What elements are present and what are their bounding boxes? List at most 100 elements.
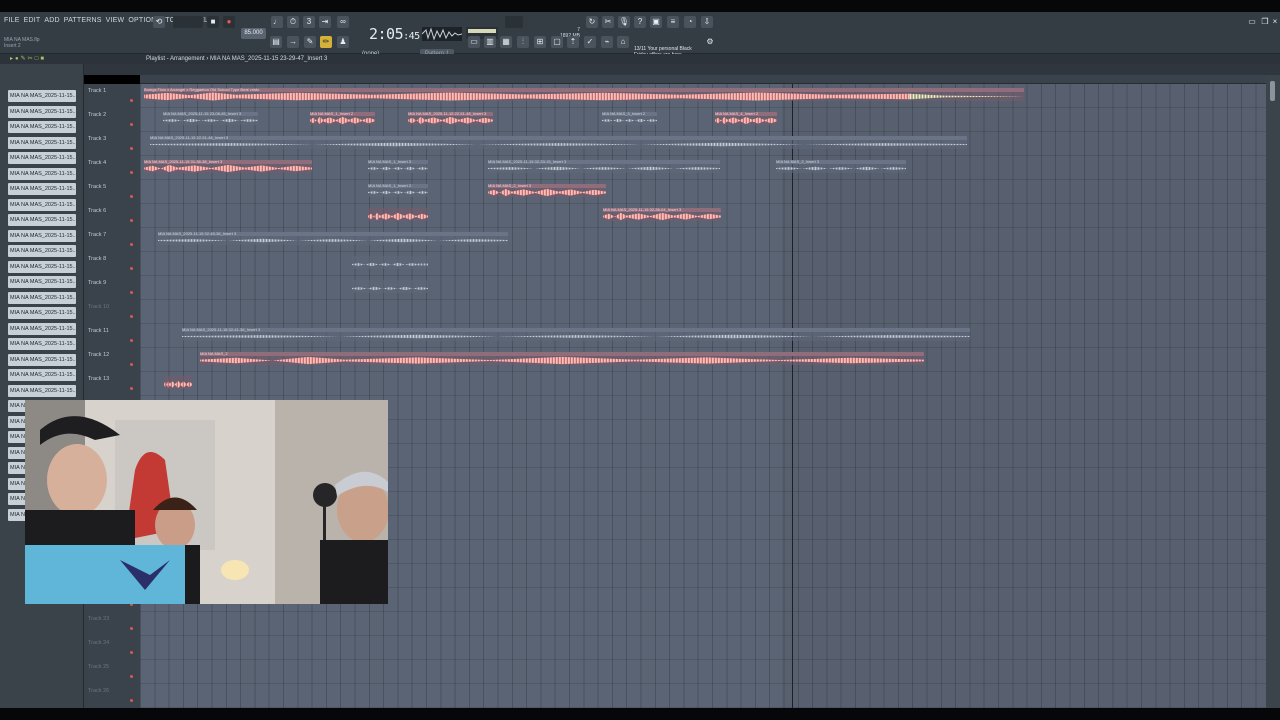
browser-item[interactable]: MIA NA MAS_2025-11-15... — [8, 214, 76, 226]
audio-clip[interactable]: Bomgs Flow x Arrangel x Reggaeton Old Sc… — [144, 88, 1024, 101]
audio-clip[interactable]: MIA NA MAS_1_Insert 2 — [368, 184, 428, 197]
playlist-icon[interactable]: ▭ — [468, 36, 480, 48]
track-mute-led[interactable] — [130, 123, 133, 126]
track-mute-led[interactable] — [130, 195, 133, 198]
vertical-scrollbar[interactable] — [1266, 75, 1280, 708]
audio-clip[interactable]: MIA NA MAS_1_Insert 2 — [310, 112, 375, 125]
browser-item[interactable]: MIA NA MAS_2025-11-15... — [8, 260, 76, 273]
audio-clip[interactable] — [418, 256, 428, 269]
track-mute-led[interactable] — [130, 315, 133, 318]
pencil-icon[interactable]: ✎ — [304, 36, 316, 48]
refresh-icon[interactable]: ↻ — [586, 16, 598, 28]
audio-clip[interactable]: MIA NA MAS_2025-11-15 01-36-38_Insert 3 — [144, 160, 312, 173]
audio-clip[interactable]: MIA NA MAS_1_Insert 3 — [368, 160, 428, 173]
audio-clip[interactable] — [352, 280, 428, 293]
menu-file[interactable]: FILE — [4, 17, 20, 24]
audio-clip[interactable]: MIA NA MAS_2 — [200, 352, 924, 365]
track-mute-led[interactable] — [130, 267, 133, 270]
audio-clip[interactable]: MIA NA MAS_2025-11-15 02-33-15_Insert 3 — [488, 160, 720, 173]
track-mute-led[interactable] — [130, 99, 133, 102]
browser-item[interactable]: MIA NA MAS_2025-11-15... — [8, 353, 76, 366]
track-label[interactable]: Track 24 — [88, 640, 136, 646]
audio-clip[interactable]: MIA NA MAS_2025-11-15 22-51-48_Insert 3 — [408, 112, 493, 125]
browser-icon[interactable]: ⊞ — [534, 36, 546, 48]
browser-item[interactable]: MIA NA MAS_2025-11-15... — [8, 291, 76, 304]
piano-roll-icon[interactable]: ▥ — [484, 36, 496, 48]
browser-item[interactable]: MIA NA MAS_2025-11-15... — [8, 167, 76, 180]
mic-icon[interactable]: 🎙 — [618, 16, 630, 28]
browser-item[interactable]: MIA NA MAS_2025-11-15... — [8, 384, 76, 397]
cut-icon[interactable]: ✂ — [602, 16, 614, 28]
browser-item[interactable]: MIA NA MAS_2025-11-15... — [8, 338, 76, 350]
menu-patterns[interactable]: PATTERNS — [64, 17, 102, 24]
browser-item[interactable]: MIA NA MAS_2025-11-15... — [8, 198, 76, 211]
pattern-song-toggle[interactable] — [173, 16, 203, 28]
track-label[interactable]: Track 9 — [88, 280, 136, 286]
track-label[interactable]: Track 23 — [88, 616, 136, 622]
plugin-icon[interactable]: ▢ — [551, 36, 563, 48]
help-icon[interactable]: ? — [634, 16, 646, 28]
track-mute-led[interactable] — [130, 171, 133, 174]
save-icon[interactable]: ▣ — [650, 16, 662, 28]
track-mute-led[interactable] — [130, 339, 133, 342]
track-mute-led[interactable] — [130, 699, 133, 702]
browser-item[interactable]: MIA NA MAS_2025-11-15... — [8, 105, 76, 118]
record-icon[interactable]: ● — [223, 16, 235, 28]
mixer-icon[interactable]: ≡ — [667, 16, 679, 28]
track-mute-led[interactable] — [130, 243, 133, 246]
track-mute-led[interactable] — [130, 675, 133, 678]
audio-clip[interactable]: MIA NA MAS_2_Insert 3 — [776, 160, 906, 173]
playlist-tools[interactable]: ▸●✎✂□■ — [10, 55, 46, 62]
track-label[interactable]: Track 4 — [88, 160, 136, 166]
audio-clip[interactable] — [164, 376, 192, 389]
browser-item[interactable]: MIA NA MAS_2025-11-15... — [8, 245, 76, 257]
track-mute-led[interactable] — [130, 147, 133, 150]
track-label[interactable]: Track 26 — [88, 688, 136, 694]
menu-add[interactable]: ADD — [44, 17, 59, 24]
track-label[interactable]: Track 2 — [88, 112, 136, 118]
browser-item[interactable]: MIA NA MAS_2025-11-15... — [8, 183, 76, 195]
track-mute-led[interactable] — [130, 627, 133, 630]
track-label[interactable]: Track 3 — [88, 136, 136, 142]
close-icon[interactable]: × — [1270, 16, 1280, 28]
arrow-right-icon[interactable]: → — [287, 36, 299, 48]
track-label[interactable]: Track 10 — [88, 304, 136, 310]
audio-clip[interactable]: MIA NA MAS_2_Insert 3 — [488, 184, 606, 197]
download-icon[interactable]: ⇩ — [701, 16, 713, 28]
audio-clip[interactable]: MIA NA MAS_2025-11-15 23-08-45_Insert 3 — [163, 112, 258, 125]
track-mute-led[interactable] — [130, 219, 133, 222]
track-label[interactable]: Track 7 — [88, 232, 136, 238]
audio-clip[interactable] — [368, 208, 428, 221]
track-label[interactable]: Track 25 — [88, 664, 136, 670]
browser-item[interactable]: MIA NA MAS_2025-11-15... — [8, 369, 76, 381]
home-icon[interactable]: ⌂ — [617, 36, 629, 48]
step-edit-icon[interactable]: ⇥ — [319, 16, 331, 28]
audio-clip[interactable]: MIA NA MAS_2025-11-15 02-41-36_Insert 3 — [182, 328, 970, 341]
browser-item[interactable]: MIA NA MAS_2025-11-15... — [8, 136, 76, 149]
audio-clip[interactable] — [352, 256, 418, 269]
browser-item[interactable]: MIA NA MAS_2025-11-15... — [8, 229, 76, 242]
audio-clip[interactable]: MIA NA MAS_2025-11-15 02-36-04_Insert 3 — [603, 208, 721, 221]
track-label[interactable]: Track 5 — [88, 184, 136, 190]
mixer-view-icon[interactable]: ⫶ — [517, 36, 529, 48]
track-label[interactable]: Track 8 — [88, 256, 136, 262]
paint-icon[interactable]: ✏ — [320, 36, 332, 48]
loop-record-icon[interactable]: ∞ — [337, 16, 349, 28]
playhead[interactable] — [792, 84, 793, 708]
playlist-pattern-name[interactable]: MIA NA MAS_2025-11-15 23-29-47_Insert 3 — [210, 56, 327, 62]
stop-icon[interactable]: ■ — [207, 16, 219, 28]
minimize-icon[interactable]: ▭ — [1246, 16, 1258, 28]
rewind-icon[interactable]: ⟲ — [153, 16, 165, 28]
track-mute-led[interactable] — [130, 291, 133, 294]
browser-item[interactable]: MIA NA MAS_2025-11-15... — [8, 276, 76, 288]
audio-clip[interactable]: MIA NA MAS_3_Insert 2 — [602, 112, 657, 125]
metronome-icon[interactable]: ♩ — [271, 16, 283, 28]
touch-icon[interactable]: ⇡ — [567, 36, 579, 48]
track-label[interactable]: Track 6 — [88, 208, 136, 214]
tempo-display[interactable]: 85.000 — [241, 28, 266, 39]
countdown-icon[interactable]: 3 — [303, 16, 315, 28]
audio-clip[interactable]: MIA NA MAS_4_Insert 2 — [715, 112, 777, 125]
audio-clip[interactable]: MIA NA MAS_2025-11-15 22-51-48_Insert 3 — [150, 136, 967, 149]
audio-clip[interactable]: MIA NA MAS_2025-11-15 02-45-36_Insert 3 — [158, 232, 508, 245]
browser-item[interactable]: MIA NA MAS_2025-11-15... — [8, 322, 76, 335]
